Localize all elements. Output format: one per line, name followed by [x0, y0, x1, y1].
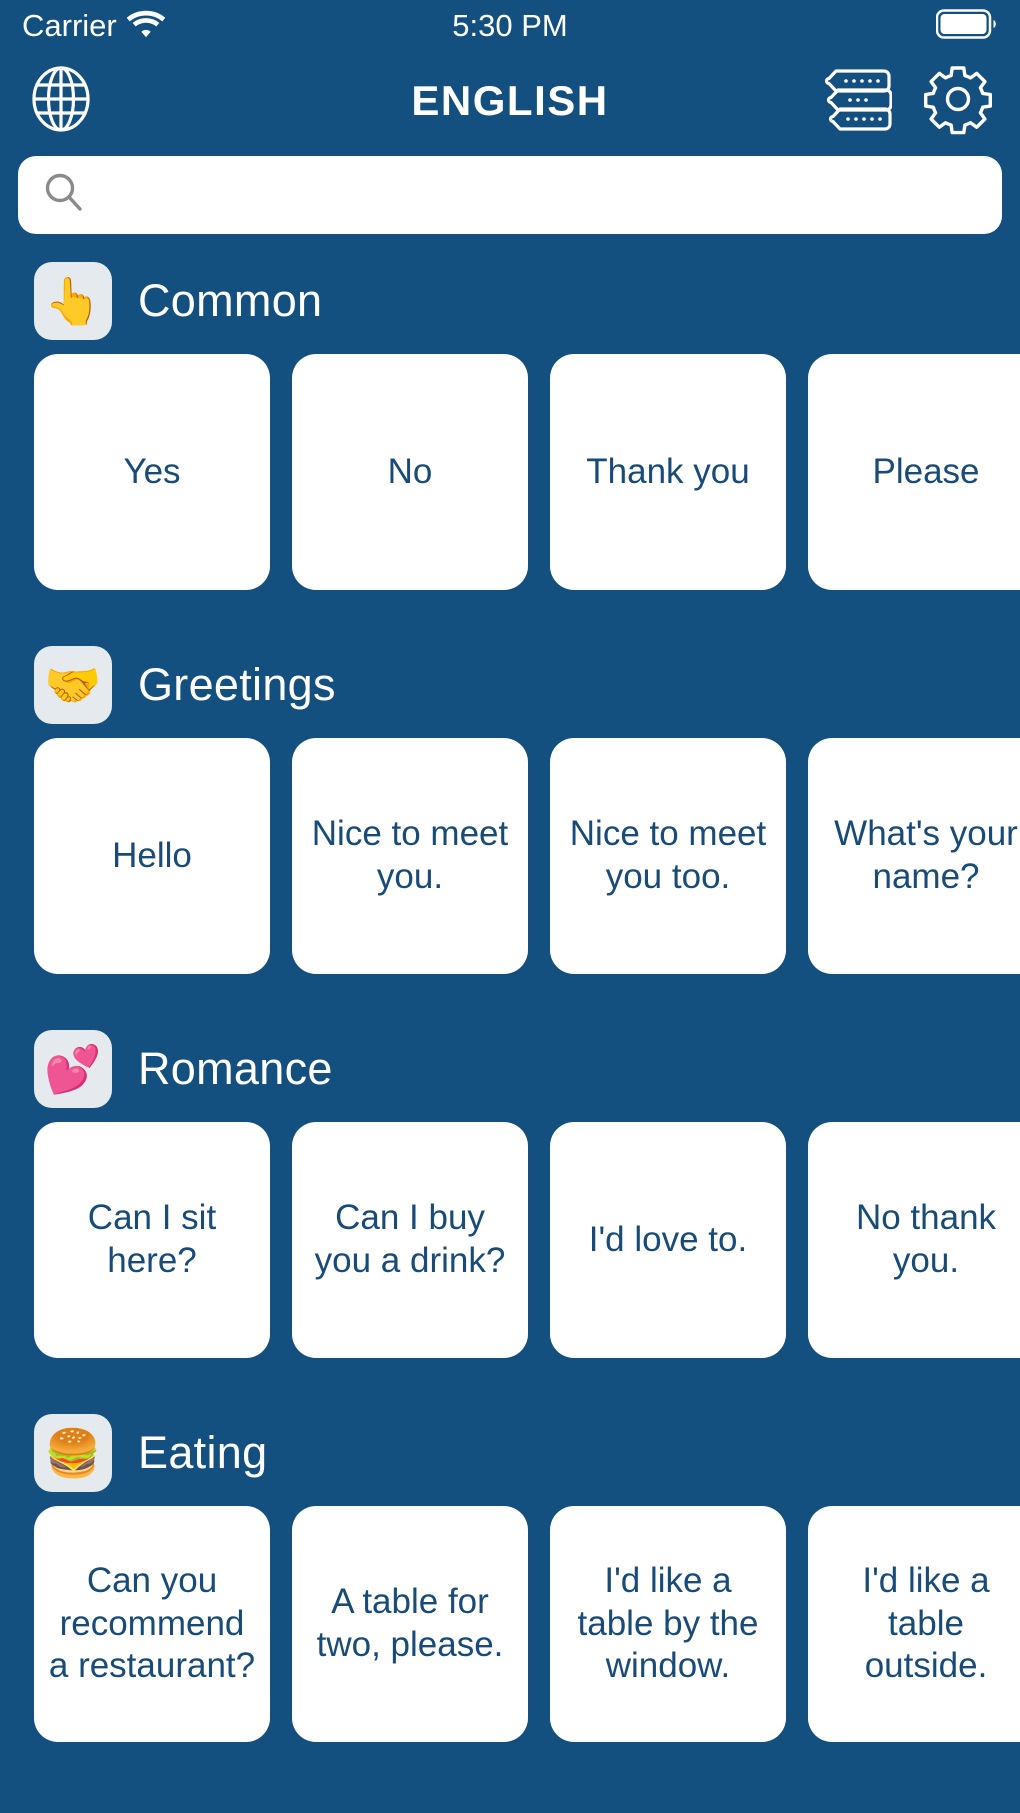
phrase-card-text: Thank you: [586, 451, 750, 491]
section-romance: 💕 Romance Can I sit here? Can I buy you …: [0, 1012, 1020, 1358]
phrase-row-eating[interactable]: Can you recommend a restaurant? A table …: [0, 1506, 1020, 1742]
phrase-card-text: What's your name?: [834, 814, 1018, 896]
phrase-card-text: Can I buy you a drink?: [314, 1198, 506, 1280]
phrase-card[interactable]: I'd like a table outside.: [808, 1506, 1020, 1742]
settings-button[interactable]: [922, 63, 994, 140]
phrase-card[interactable]: Please: [808, 354, 1020, 590]
phrase-card-text: Hello: [112, 835, 192, 875]
phrase-card-text: Can I sit here?: [87, 1198, 217, 1280]
section-title-common: Common: [138, 275, 323, 326]
phrase-list-button[interactable]: [824, 66, 893, 137]
category-list: 👆 Common Yes No Thank you Please 🤝 Greet…: [0, 234, 1020, 1742]
phrase-row-greetings[interactable]: Hello Nice to meet you. Nice to meet you…: [0, 738, 1020, 974]
phrase-card-text: No: [387, 451, 433, 491]
section-header-common[interactable]: 👆 Common: [0, 244, 1020, 354]
phrase-card-text: Yes: [123, 451, 181, 491]
section-greetings: 🤝 Greetings Hello Nice to meet you. Nice…: [0, 628, 1020, 974]
hamburger-icon: 🍔: [34, 1414, 112, 1492]
language-selector-button[interactable]: [26, 64, 96, 139]
phrase-card[interactable]: Can you recommend a restaurant?: [34, 1506, 270, 1742]
battery-full-icon: [935, 8, 998, 44]
phrase-card-text: I'd like a table outside.: [862, 1560, 990, 1686]
section-eating: 🍔 Eating Can you recommend a restaurant?…: [0, 1396, 1020, 1742]
nav-bar-actions: [824, 63, 994, 140]
phrase-card[interactable]: Nice to meet you too.: [550, 738, 786, 974]
phrase-card-text: A table for two, please.: [316, 1582, 504, 1664]
phrase-card[interactable]: Can I sit here?: [34, 1122, 270, 1358]
phrase-card-text: Nice to meet you too.: [569, 814, 767, 896]
status-bar-left: Carrier: [22, 8, 166, 44]
phrase-card[interactable]: Hello: [34, 738, 270, 974]
two-hearts-icon: 💕: [34, 1030, 112, 1108]
phrase-card[interactable]: I'd love to.: [550, 1122, 786, 1358]
section-divider: [0, 594, 1020, 628]
phrase-card[interactable]: A table for two, please.: [292, 1506, 528, 1742]
phrase-card-text: Please: [872, 451, 980, 491]
phrase-card-text: I'd love to.: [588, 1219, 748, 1259]
section-title-greetings: Greetings: [138, 659, 336, 710]
pointing-finger-tap-icon: 👆: [34, 262, 112, 340]
phrase-row-common[interactable]: Yes No Thank you Please: [0, 354, 1020, 590]
phrase-card[interactable]: No: [292, 354, 528, 590]
section-divider: [0, 1362, 1020, 1396]
phrase-card-text: No thank you.: [855, 1198, 997, 1280]
phrase-card[interactable]: I'd like a table by the window.: [550, 1506, 786, 1742]
phrase-card[interactable]: Yes: [34, 354, 270, 590]
wifi-icon: [126, 9, 166, 44]
carrier-label: Carrier: [22, 8, 117, 43]
phrase-list-icon: [824, 66, 893, 137]
phrase-card[interactable]: What's your name?: [808, 738, 1020, 974]
status-bar: Carrier 5:30 PM: [0, 0, 1020, 52]
section-header-greetings[interactable]: 🤝 Greetings: [0, 628, 1020, 738]
phrase-card-text: I'd like a table by the window.: [577, 1560, 759, 1686]
section-common: 👆 Common Yes No Thank you Please: [0, 244, 1020, 590]
phrase-card-text: Can you recommend a restaurant?: [48, 1560, 256, 1686]
phrase-card[interactable]: Can I buy you a drink?: [292, 1122, 528, 1358]
section-divider: [0, 978, 1020, 1012]
phrase-card[interactable]: Thank you: [550, 354, 786, 590]
section-title-eating: Eating: [138, 1427, 268, 1478]
status-bar-right: [935, 8, 998, 44]
section-title-romance: Romance: [138, 1043, 333, 1094]
nav-bar: ENGLISH: [0, 52, 1020, 150]
phrase-row-romance[interactable]: Can I sit here? Can I buy you a drink? I…: [0, 1122, 1020, 1358]
search-icon: [42, 171, 86, 220]
search-container: [0, 150, 1020, 235]
section-header-eating[interactable]: 🍔 Eating: [0, 1396, 1020, 1506]
section-header-romance[interactable]: 💕 Romance: [0, 1012, 1020, 1122]
search-input[interactable]: [100, 155, 978, 235]
search-bar[interactable]: [18, 155, 1002, 235]
phrase-card[interactable]: Nice to meet you.: [292, 738, 528, 974]
globe-icon: [26, 64, 96, 139]
gear-icon: [922, 63, 994, 140]
phrase-card-text: Nice to meet you.: [311, 814, 509, 896]
phrase-card[interactable]: No thank you.: [808, 1122, 1020, 1358]
handshake-icon: 🤝: [34, 646, 112, 724]
